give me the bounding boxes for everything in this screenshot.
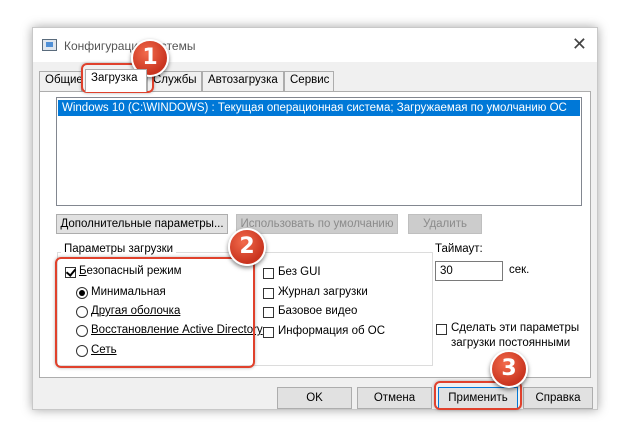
- timeout-label: Таймаут:: [435, 243, 483, 255]
- timeout-unit: сек.: [509, 264, 530, 276]
- callout-badge-3: 3: [490, 350, 528, 388]
- timeout-input[interactable]: 30: [435, 261, 503, 281]
- window-title: Конфигурация системы: [64, 39, 196, 53]
- callout-badge-2: 2: [228, 228, 266, 266]
- make-permanent-label-line2: загрузки постоянными: [451, 337, 571, 349]
- os-boot-info-checkbox[interactable]: [263, 327, 274, 338]
- advanced-options-button[interactable]: Дополнительные параметры...: [56, 214, 228, 234]
- msconfig-app-icon: [42, 39, 57, 51]
- base-video-label: Базовое видео: [278, 305, 358, 317]
- tab-boot[interactable]: Загрузка: [85, 69, 147, 92]
- set-default-button[interactable]: Использовать по умолчанию: [236, 214, 398, 234]
- tab-startup[interactable]: Автозагрузка: [202, 71, 284, 91]
- boot-entry-item[interactable]: Windows 10 (C:\WINDOWS) : Текущая операц…: [58, 100, 580, 116]
- help-button[interactable]: Справка: [523, 387, 593, 409]
- delete-button[interactable]: Удалить: [408, 214, 482, 234]
- boot-log-checkbox[interactable]: [263, 288, 274, 299]
- ok-button[interactable]: OK: [277, 387, 352, 409]
- close-icon[interactable]: ✕: [572, 34, 587, 55]
- os-boot-info-label: Информация об ОС: [278, 325, 386, 337]
- base-video-checkbox[interactable]: [263, 307, 274, 318]
- no-gui-label: Без GUI: [278, 266, 321, 278]
- tab-tools[interactable]: Сервис: [284, 71, 334, 91]
- boot-options-group-title: Параметры загрузки: [61, 243, 177, 255]
- boot-log-label: Журнал загрузки: [278, 286, 368, 298]
- cancel-button[interactable]: Отмена: [357, 387, 432, 409]
- title-bar: Конфигурация системы ✕: [33, 28, 597, 62]
- make-permanent-checkbox[interactable]: [436, 324, 447, 335]
- no-gui-checkbox[interactable]: [263, 268, 274, 279]
- tab-general[interactable]: Общие: [39, 71, 83, 91]
- boot-entries-list[interactable]: Windows 10 (C:\WINDOWS) : Текущая операц…: [56, 97, 582, 206]
- make-permanent-label-line1: Сделать эти параметры: [451, 322, 580, 334]
- highlight-boot-options: [55, 257, 255, 368]
